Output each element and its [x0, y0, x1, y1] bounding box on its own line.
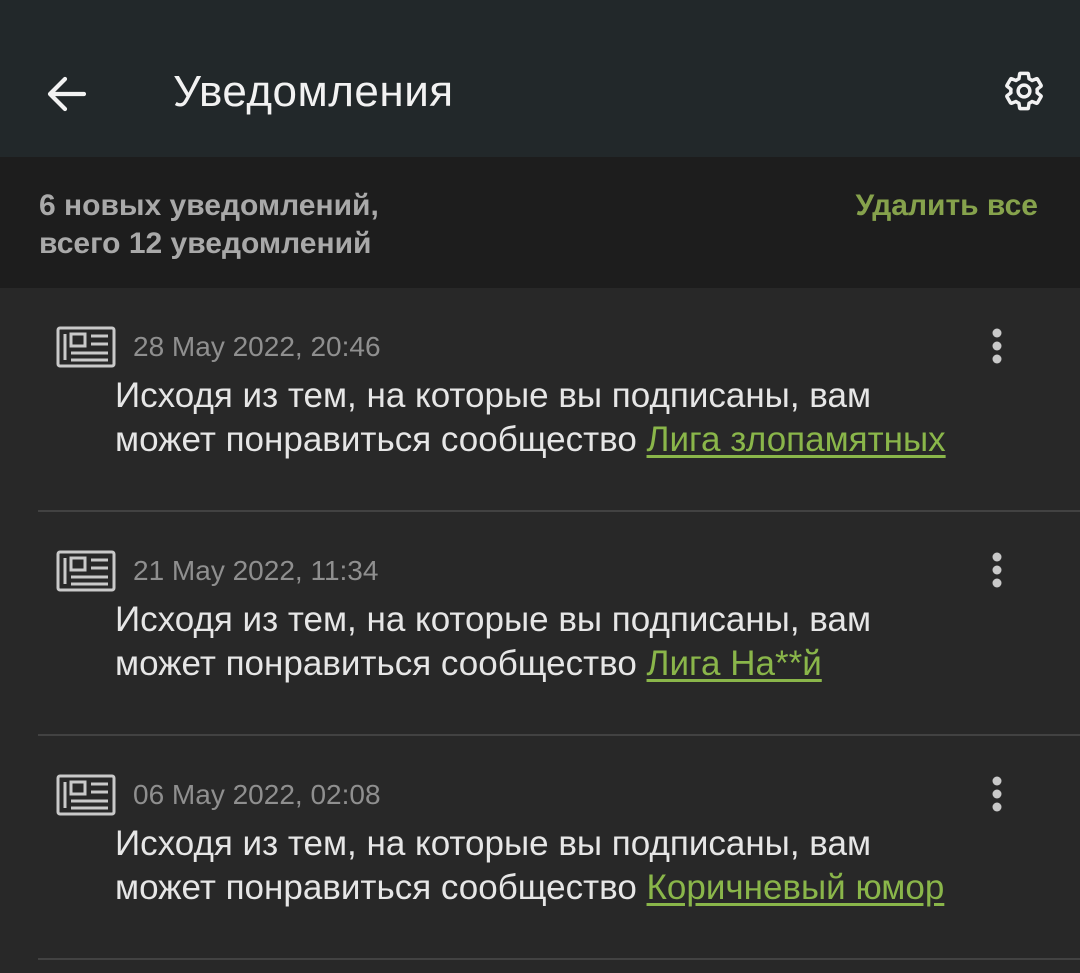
notifications-summary-bar: 6 новых уведомлений, всего 12 уведомлени… [0, 157, 1080, 288]
notification-item[interactable]: 06 May 2022, 02:08 Исходя из тем, на кот… [0, 736, 1080, 960]
summary-new-count: 6 новых уведомлений, [39, 189, 379, 222]
community-link[interactable]: Коричневый юмор [647, 868, 945, 907]
arrow-left-icon [47, 76, 86, 112]
more-options-button[interactable] [976, 324, 1018, 368]
gear-icon [1005, 71, 1043, 111]
notification-date: 21 May 2022, 11:34 [133, 555, 379, 586]
notifications-count: 6 новых уведомлений, всего 12 уведомлени… [39, 187, 379, 263]
app-bar: Уведомления [0, 0, 1080, 157]
notification-message: Исходя из тем, на которые вы подписаны, … [115, 822, 1075, 910]
more-vertical-icon [992, 552, 1002, 588]
notifications-list: 28 May 2022, 20:46 Исходя из тем, на кот… [0, 288, 1080, 960]
summary-total-count: всего 12 уведомлений [39, 227, 372, 260]
newspaper-icon [56, 326, 116, 368]
notification-item[interactable]: 21 May 2022, 11:34 Исходя из тем, на кот… [0, 512, 1080, 736]
notification-text-prefix: может понравиться сообщество [115, 420, 647, 459]
community-link[interactable]: Лига На**й [647, 644, 822, 683]
page-title: Уведомления [173, 67, 454, 116]
notification-message: Исходя из тем, на которые вы подписаны, … [115, 374, 1075, 462]
more-options-button[interactable] [976, 548, 1018, 592]
divider [38, 958, 1080, 960]
back-button[interactable] [30, 58, 102, 130]
more-vertical-icon [992, 776, 1002, 812]
settings-button[interactable] [990, 57, 1058, 125]
community-link[interactable]: Лига злопамятных [647, 420, 946, 459]
notification-text-line: Исходя из тем, на которые вы подписаны, … [115, 600, 872, 639]
notification-text-line: Исходя из тем, на которые вы подписаны, … [115, 376, 872, 415]
notification-date: 06 May 2022, 02:08 [133, 779, 381, 810]
notification-text-prefix: может понравиться сообщество [115, 644, 647, 683]
more-vertical-icon [992, 328, 1002, 364]
notification-message: Исходя из тем, на которые вы подписаны, … [115, 598, 1075, 686]
more-options-button[interactable] [976, 772, 1018, 816]
notification-text-line: Исходя из тем, на которые вы подписаны, … [115, 824, 872, 863]
newspaper-icon [56, 774, 116, 816]
notification-item[interactable]: 28 May 2022, 20:46 Исходя из тем, на кот… [0, 288, 1080, 512]
notification-date: 28 May 2022, 20:46 [133, 331, 381, 362]
delete-all-button[interactable]: Удалить все [855, 187, 1038, 225]
newspaper-icon [56, 550, 116, 592]
notification-text-prefix: может понравиться сообщество [115, 868, 647, 907]
